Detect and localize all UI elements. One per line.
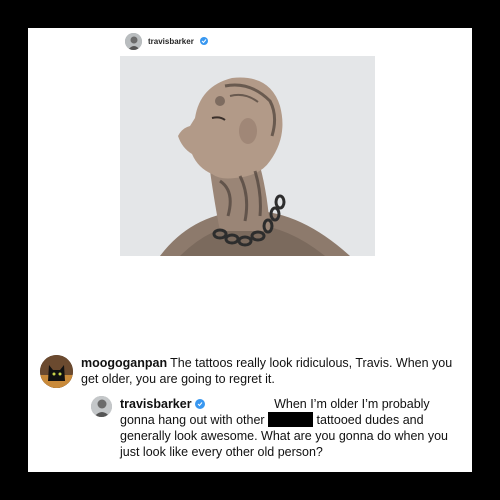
travisbarker-avatar[interactable] [91, 396, 112, 417]
reply-travisbarker: travisbarker When I’m older I’m probably… [91, 396, 451, 460]
comment-username[interactable]: moogoganpan [81, 356, 167, 370]
reply-username[interactable]: travisbarker [120, 397, 192, 411]
instagram-post-card: travisbarker moogoganpan The tattoos rea… [28, 28, 472, 472]
post-header: travisbarker [125, 31, 208, 51]
verified-badge-icon [199, 37, 208, 45]
post-photo[interactable] [120, 56, 375, 256]
comment-text-container: moogoganpan The tattoos really look ridic… [81, 355, 460, 387]
verified-badge-icon [194, 399, 205, 409]
comment-moogoganpan: moogoganpan The tattoos really look ridic… [40, 355, 460, 388]
black-cat-avatar[interactable] [40, 355, 73, 388]
post-author-avatar[interactable] [125, 32, 142, 50]
post-author-username[interactable]: travisbarker [148, 37, 194, 46]
redaction-bar [268, 412, 314, 427]
reply-text-container: travisbarker When I’m older I’m probably… [120, 396, 451, 460]
faded-mention [209, 398, 271, 410]
